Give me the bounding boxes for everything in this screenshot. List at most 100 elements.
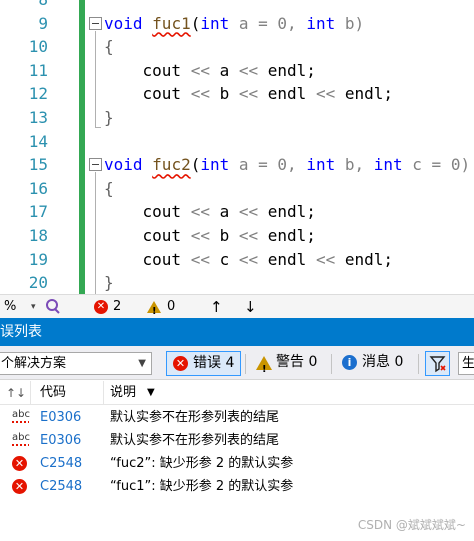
- code-line: void fuc2(int a = 0, int b, int c = 0): [104, 153, 470, 177]
- keyword: void: [104, 155, 143, 175]
- line-number: 16: [28, 178, 48, 198]
- zoom-dropdown-icon[interactable]: ▾: [31, 298, 36, 316]
- keyword: int: [306, 13, 336, 33]
- error-icon: ✕: [12, 479, 27, 494]
- fold-guide-end: [95, 127, 101, 128]
- funnel-icon: [429, 356, 446, 373]
- code-line: }: [104, 273, 114, 293]
- warning-icon: [256, 356, 272, 381]
- table-row[interactable]: ✕ C2548 “fuc1”: 缺少形参 2 的默认实参: [0, 475, 474, 498]
- table-row[interactable]: abc E0306 默认实参不在形参列表的结尾: [0, 429, 474, 452]
- keyword: int: [200, 13, 230, 33]
- code-line: cout << a << endl;: [104, 202, 316, 222]
- scope-dropdown[interactable]: 个解决方案 ▼: [0, 352, 152, 375]
- param-text: a = 0,: [229, 155, 307, 175]
- keyword: int: [306, 155, 336, 175]
- table-row[interactable]: abc E0306 默认实参不在形参列表的结尾: [0, 406, 474, 429]
- function-name: fuc2: [152, 155, 191, 175]
- code-line: cout << b << endl;: [104, 226, 316, 245]
- code-line: void fuc1(int a = 0, int b): [104, 12, 364, 36]
- error-code[interactable]: C2548: [40, 452, 82, 475]
- column-divider: [103, 381, 104, 405]
- code-line: cout << a << endl;: [104, 60, 316, 80]
- error-code[interactable]: C2548: [40, 475, 82, 498]
- toolbar-divider: [331, 354, 332, 374]
- error-description: 默认实参不在形参列表的结尾: [110, 410, 280, 425]
- function-name: fuc1: [152, 13, 191, 33]
- error-icon: ✕: [12, 456, 27, 471]
- keyword: int: [200, 155, 230, 175]
- error-list-title-bar: 误列表: [0, 318, 474, 346]
- error-description: “fuc2”: 缺少形参 2 的默认实参: [110, 456, 294, 471]
- spellcheck-icon: abc: [12, 433, 30, 448]
- filter-toggle-button[interactable]: [425, 351, 450, 376]
- change-tracking-bar: [79, 0, 85, 294]
- line-number: 18: [28, 226, 48, 245]
- watermark: CSDN @斌斌斌斌~: [357, 518, 466, 532]
- keyword: void: [104, 13, 143, 33]
- toolbar-divider: [245, 354, 246, 374]
- line-number: 20: [28, 273, 48, 293]
- error-description: 默认实参不在形参列表的结尾: [110, 433, 280, 448]
- code-editor[interactable]: 8 9 10 11 12 13 14 15 16 17 18 19 20 voi…: [0, 0, 474, 294]
- line-number: 17: [28, 202, 48, 222]
- param-text: c = 0): [402, 155, 471, 175]
- line-number: 8: [0, 0, 48, 12]
- error-description: “fuc1”: 缺少形参 2 的默认实参: [110, 479, 294, 494]
- zoom-level[interactable]: %: [4, 298, 16, 316]
- warnings-filter-button[interactable]: 警告 0: [250, 351, 323, 381]
- table-row[interactable]: ✕ C2548 “fuc2”: 缺少形参 2 的默认实参: [0, 452, 474, 475]
- search-input[interactable]: 生: [458, 352, 474, 375]
- code-line: {: [104, 178, 114, 198]
- line-number: 19: [28, 249, 48, 269]
- messages-filter-button[interactable]: i 消息 0: [336, 351, 409, 376]
- code-line: cout << b << endl << endl;: [104, 84, 393, 104]
- error-count[interactable]: 2: [113, 298, 121, 316]
- param-text: b,: [335, 155, 374, 175]
- warning-icon[interactable]: [147, 301, 161, 321]
- line-number: 12: [28, 84, 48, 104]
- error-icon[interactable]: ✕: [94, 300, 108, 314]
- error-code[interactable]: E0306: [40, 429, 81, 452]
- line-number: 9: [38, 13, 48, 33]
- code-line: cout << c << endl << endl;: [104, 249, 393, 269]
- column-divider: [30, 381, 31, 405]
- errors-filter-button[interactable]: ✕ 错误 4: [166, 351, 242, 376]
- paren: (: [190, 13, 201, 33]
- line-number: 11: [28, 60, 48, 80]
- previous-issue-arrow-icon[interactable]: ↑: [210, 298, 223, 316]
- collapse-toggle-icon[interactable]: [89, 17, 102, 30]
- keyword: int: [373, 155, 403, 175]
- warning-count[interactable]: 0: [167, 298, 175, 316]
- editor-status-strip: % ▾ ✕ 2 0 ↑ ↓: [0, 294, 474, 321]
- sort-icon[interactable]: ↑↓: [6, 381, 26, 405]
- chevron-down-icon: ▼: [138, 358, 146, 369]
- next-issue-arrow-icon[interactable]: ↓: [244, 298, 257, 316]
- param-text: a = 0,: [229, 13, 307, 33]
- toolbar-divider: [418, 354, 419, 374]
- scope-value: 个解决方案: [1, 356, 67, 371]
- info-icon: i: [342, 355, 357, 370]
- line-number: 15: [28, 155, 48, 175]
- column-header-code[interactable]: 代码: [40, 381, 66, 405]
- collapse-toggle-icon[interactable]: [89, 158, 102, 171]
- errors-filter-label: 错误 4: [193, 355, 235, 371]
- search-input-text: 生: [462, 356, 474, 371]
- line-number: 13: [28, 108, 48, 127]
- paren: (: [190, 155, 201, 175]
- error-code[interactable]: E0306: [40, 406, 81, 429]
- column-header-description[interactable]: 说明: [110, 381, 136, 405]
- spellcheck-icon: abc: [12, 410, 30, 425]
- param-text: b): [335, 13, 365, 33]
- code-line: }: [104, 108, 114, 127]
- warnings-filter-label: 警告 0: [276, 354, 318, 370]
- messages-filter-label: 消息 0: [362, 354, 404, 370]
- line-number: 10: [28, 37, 48, 57]
- code-line: {: [104, 37, 114, 57]
- line-number: 14: [28, 131, 48, 151]
- error-list-toolbar: 个解决方案 ▼ ✕ 错误 4 警告 0 i 消息 0 生: [0, 346, 474, 381]
- fold-guide: [95, 172, 96, 294]
- sort-descending-icon[interactable]: ▼: [147, 381, 155, 405]
- fold-guide: [95, 31, 96, 127]
- error-icon: ✕: [173, 356, 188, 371]
